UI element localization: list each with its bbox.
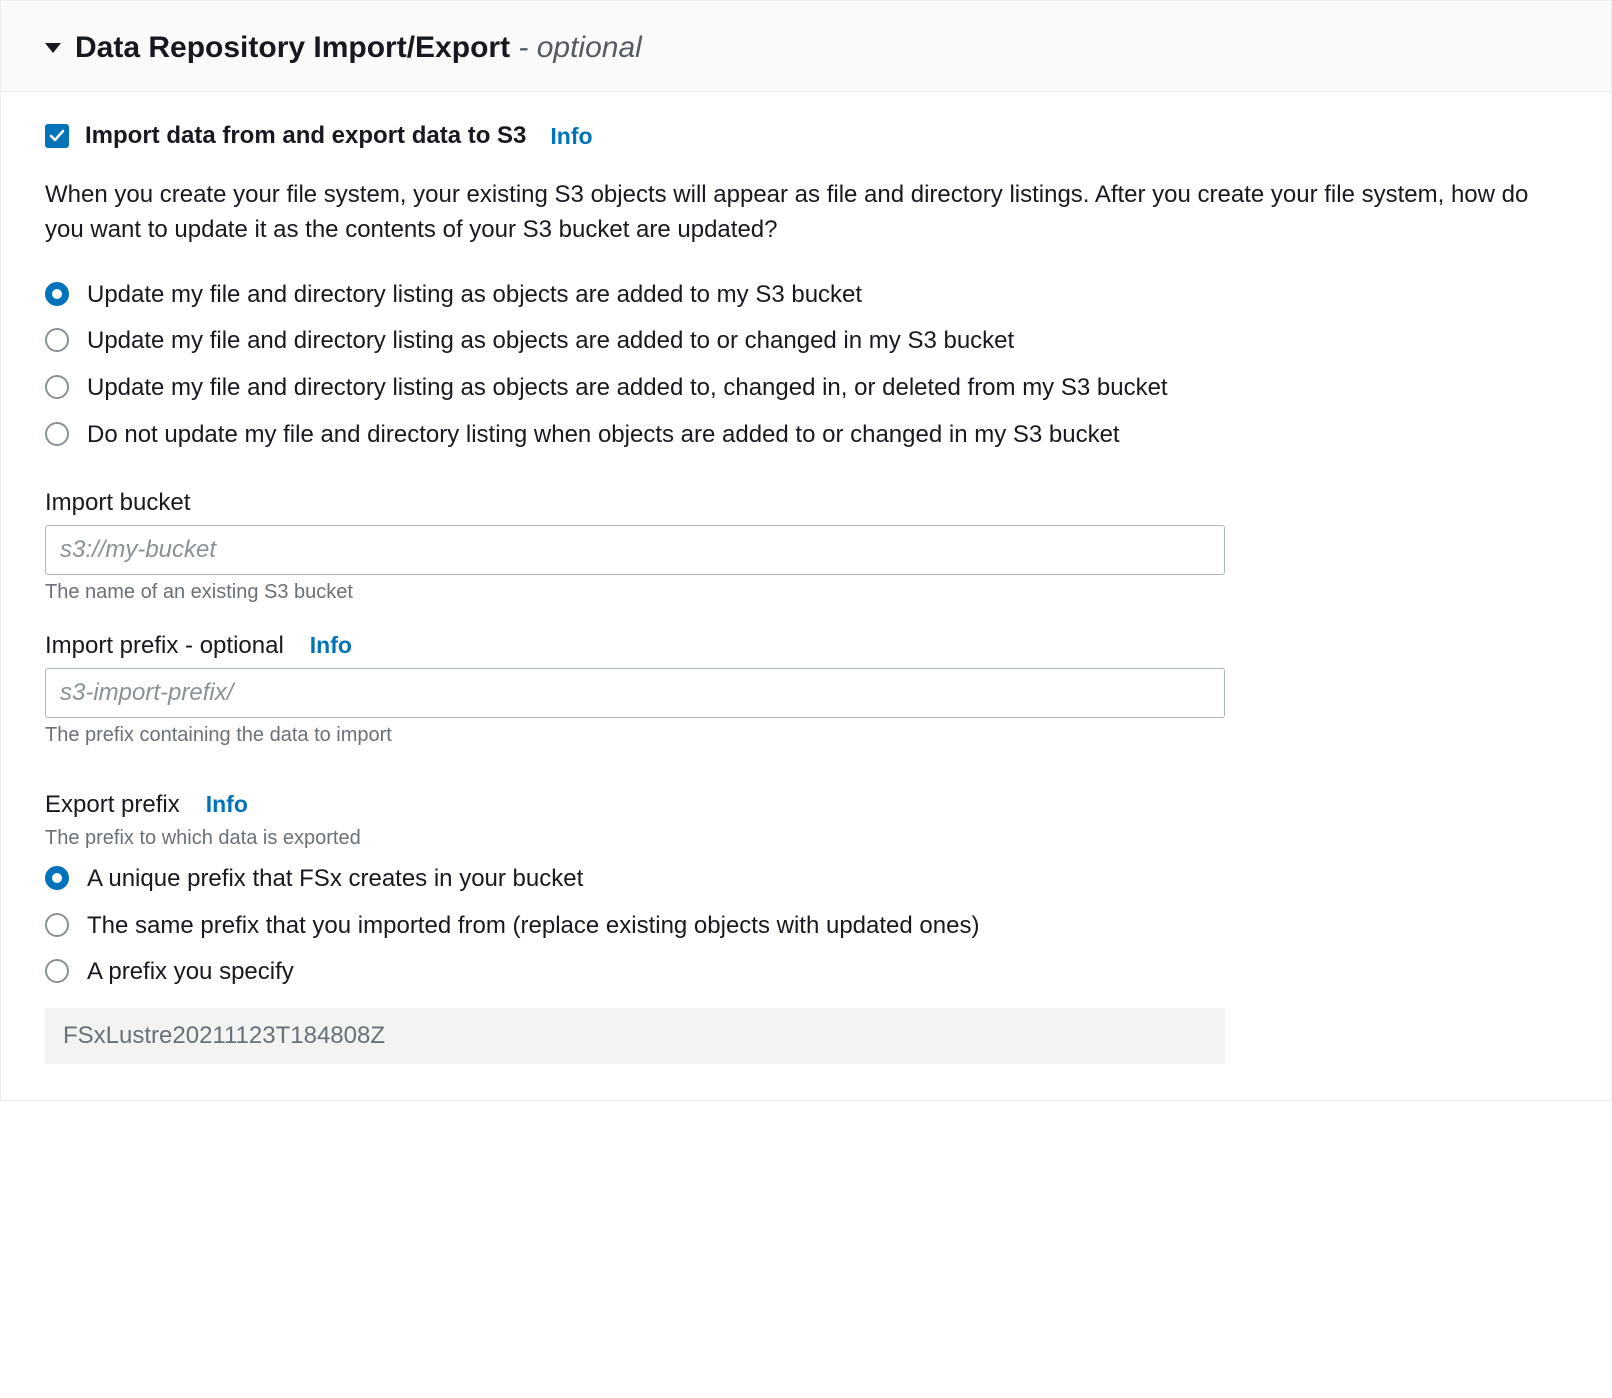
caret-down-icon bbox=[45, 43, 61, 53]
import-bucket-input[interactable] bbox=[45, 525, 1225, 575]
update-description: When you create your file system, your e… bbox=[45, 178, 1535, 248]
update-option-row: Update my file and directory listing as … bbox=[45, 324, 1567, 359]
import-export-info-link[interactable]: Info bbox=[550, 123, 592, 150]
update-option-radio-2[interactable] bbox=[45, 375, 69, 399]
panel-header[interactable]: Data Repository Import/Export - optional bbox=[1, 1, 1611, 92]
import-bucket-label: Import bucket bbox=[45, 489, 190, 517]
export-option-row: A prefix you specify bbox=[45, 955, 1567, 990]
update-option-row: Do not update my file and directory list… bbox=[45, 418, 1567, 453]
import-prefix-helper: The prefix containing the data to import bbox=[45, 724, 1567, 747]
import-bucket-helper: The name of an existing S3 bucket bbox=[45, 581, 1567, 604]
update-policy-radio-group: Update my file and directory listing as … bbox=[45, 278, 1567, 453]
export-option-radio-1[interactable] bbox=[45, 913, 69, 937]
data-repository-panel: Data Repository Import/Export - optional… bbox=[0, 0, 1612, 1101]
export-prefix-label-row: Export prefix Info bbox=[45, 791, 1567, 819]
import-bucket-group: Import bucket The name of an existing S3… bbox=[45, 489, 1567, 604]
export-option-label-1: The same prefix that you imported from (… bbox=[87, 909, 979, 944]
export-prefix-helper: The prefix to which data is exported bbox=[45, 827, 1567, 850]
export-option-radio-0[interactable] bbox=[45, 866, 69, 890]
export-option-radio-2[interactable] bbox=[45, 959, 69, 983]
import-prefix-label-row: Import prefix - optional Info bbox=[45, 632, 1567, 660]
panel-title: Data Repository Import/Export - optional bbox=[75, 31, 642, 65]
export-prefix-info-link[interactable]: Info bbox=[206, 791, 248, 818]
panel-title-text: Data Repository Import/Export bbox=[75, 31, 510, 64]
import-export-checkbox-label: Import data from and export data to S3 bbox=[85, 122, 526, 150]
update-option-row: Update my file and directory listing as … bbox=[45, 371, 1567, 406]
export-option-row: A unique prefix that FSx creates in your… bbox=[45, 862, 1567, 897]
update-option-label-0: Update my file and directory listing as … bbox=[87, 278, 862, 313]
export-option-row: The same prefix that you imported from (… bbox=[45, 909, 1567, 944]
import-export-checkbox[interactable] bbox=[45, 124, 69, 148]
export-prefix-radio-group: A unique prefix that FSx creates in your… bbox=[45, 862, 1567, 990]
export-prefix-label: Export prefix bbox=[45, 791, 180, 819]
panel-body: Import data from and export data to S3 I… bbox=[1, 92, 1611, 1100]
update-option-radio-1[interactable] bbox=[45, 328, 69, 352]
import-prefix-label: Import prefix - optional bbox=[45, 632, 284, 660]
update-option-radio-0[interactable] bbox=[45, 282, 69, 306]
export-option-label-2: A prefix you specify bbox=[87, 955, 294, 990]
import-export-checkbox-row: Import data from and export data to S3 I… bbox=[45, 122, 1567, 150]
update-option-label-3: Do not update my file and directory list… bbox=[87, 418, 1120, 453]
check-icon bbox=[49, 128, 65, 144]
import-prefix-info-link[interactable]: Info bbox=[310, 632, 352, 659]
import-bucket-label-row: Import bucket bbox=[45, 489, 1567, 517]
export-option-label-0: A unique prefix that FSx creates in your… bbox=[87, 862, 583, 897]
update-option-radio-3[interactable] bbox=[45, 422, 69, 446]
update-option-row: Update my file and directory listing as … bbox=[45, 278, 1567, 313]
panel-title-optional: - optional bbox=[518, 31, 641, 64]
update-option-label-1: Update my file and directory listing as … bbox=[87, 324, 1014, 359]
import-prefix-input[interactable] bbox=[45, 668, 1225, 718]
update-option-label-2: Update my file and directory listing as … bbox=[87, 371, 1168, 406]
export-prefix-section: Export prefix Info The prefix to which d… bbox=[45, 791, 1567, 1064]
import-prefix-group: Import prefix - optional Info The prefix… bbox=[45, 632, 1567, 747]
export-prefix-value: FSxLustre20211123T184808Z bbox=[45, 1008, 1225, 1064]
